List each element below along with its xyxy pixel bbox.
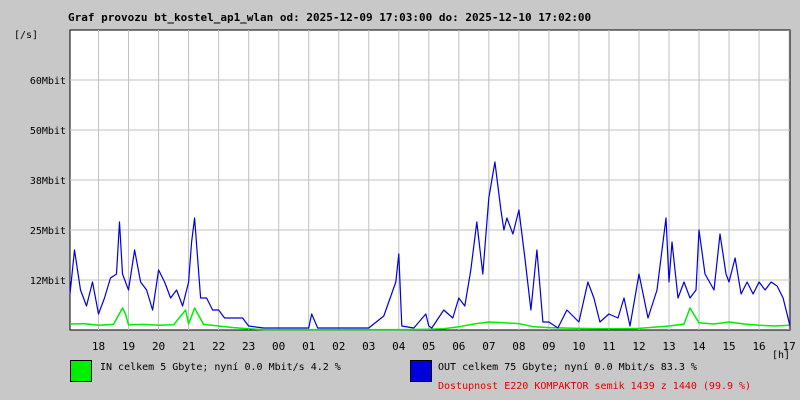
x-tick-label: 01: [302, 340, 315, 353]
x-tick-label: 18: [92, 340, 105, 353]
x-tick-label: 14: [692, 340, 706, 353]
y-tick-label: 38Mbit: [30, 176, 66, 187]
x-tick-label: 15: [722, 340, 735, 353]
x-tick-label: 05: [422, 340, 435, 353]
x-tick-label: 11: [602, 340, 615, 353]
x-tick-label: 03: [362, 340, 375, 353]
x-tick-label: 04: [392, 340, 406, 353]
x-tick-labels: 18 19 20 21 22 23 00 01 02 03 04 05 06 07 08 09 10 11 12 13…: [92, 340, 796, 353]
x-tick-label: 23: [242, 340, 255, 353]
x-tick-label: 06: [452, 340, 465, 353]
y-tick-label: 12Mbit: [30, 276, 66, 287]
x-tick-label: 00: [272, 340, 285, 353]
x-tick-label: 07: [482, 340, 495, 353]
x-tick-label: 08: [512, 340, 525, 353]
x-tick-label: 12: [632, 340, 645, 353]
x-tick-label: 22: [212, 340, 225, 353]
y-tick-label: 50Mbit: [30, 126, 66, 137]
x-tick-label: 21: [182, 340, 195, 353]
legend-in-text: IN celkem 5 Gbyte; nyní 0.0 Mbit/s 4.2 %: [100, 362, 341, 373]
legend-out-text: OUT celkem 75 Gbyte; nyní 0.0 Mbit/s 83.…: [438, 362, 697, 373]
y-tick-label: 60Mbit: [30, 76, 66, 87]
legend-in-swatch: [70, 360, 92, 382]
x-tick-label: 02: [332, 340, 345, 353]
availability-status: Dostupnost E220 KOMPAKTOR semik 1439 z 1…: [438, 381, 752, 392]
x-tick-label: 16: [752, 340, 765, 353]
y-tick-label: 25Mbit: [30, 226, 66, 237]
x-tick-label: 10: [572, 340, 585, 353]
x-tick-label: 20: [152, 340, 165, 353]
x-tick-label: 17: [782, 340, 795, 353]
legend-out-swatch: [410, 360, 432, 382]
y-tick-labels: 12Mbit 25Mbit 38Mbit 50Mbit 60Mbit: [30, 76, 66, 287]
x-tick-label: 09: [542, 340, 555, 353]
x-tick-label: 19: [122, 340, 135, 353]
traffic-chart: 12Mbit 25Mbit 38Mbit 50Mbit 60Mbit 18 19 20 21 2…: [30, 29, 796, 353]
x-tick-label: 13: [662, 340, 675, 353]
